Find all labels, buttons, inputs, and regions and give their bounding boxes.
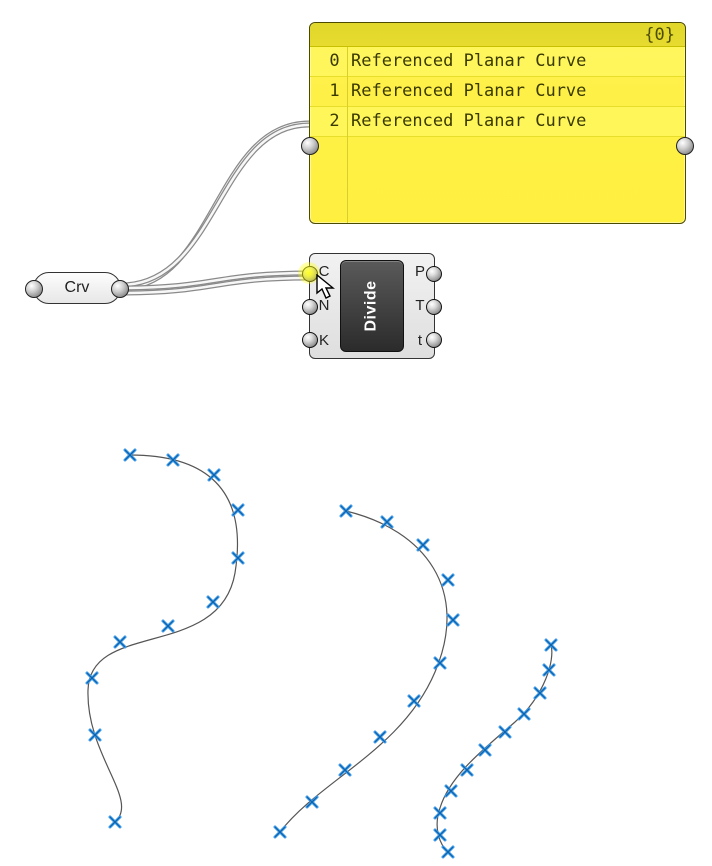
port-out-t[interactable] bbox=[426, 332, 442, 348]
panel-row-index: 2 bbox=[322, 107, 347, 135]
panel-row-index: 1 bbox=[322, 77, 347, 105]
port-in-C[interactable] bbox=[302, 266, 318, 282]
divide-core: Divide bbox=[340, 260, 404, 352]
wire-crv-to-divide bbox=[121, 273, 309, 293]
panel-output-grip[interactable] bbox=[676, 137, 694, 155]
panel-header: {0} bbox=[310, 23, 685, 47]
panel-row: 0Referenced Planar Curve bbox=[310, 47, 685, 77]
crv-input-grip[interactable] bbox=[25, 280, 43, 298]
port-out-T[interactable] bbox=[426, 299, 442, 315]
panel-row-text: Referenced Planar Curve bbox=[347, 111, 586, 131]
crv-output-grip[interactable] bbox=[111, 280, 129, 298]
port-out-P[interactable] bbox=[426, 266, 442, 282]
viewport-curve-2 bbox=[437, 645, 552, 852]
panel-row-index: 0 bbox=[322, 47, 347, 75]
panel-row: 1Referenced Planar Curve bbox=[310, 77, 685, 107]
panel-row: 2Referenced Planar Curve bbox=[310, 107, 685, 137]
wire-crv-to-panel bbox=[121, 123, 309, 288]
port-in-N[interactable] bbox=[302, 299, 318, 315]
port-in-K[interactable] bbox=[302, 332, 318, 348]
viewport-curve-0 bbox=[88, 455, 238, 822]
viewport-points-curve-2 bbox=[435, 640, 556, 857]
crv-label: Crv bbox=[65, 279, 90, 296]
viewport-points-curve-1 bbox=[275, 506, 458, 837]
viewport-points-curve-0 bbox=[87, 450, 243, 827]
panel-row-text: Referenced Planar Curve bbox=[347, 81, 586, 101]
panel-row-text: Referenced Planar Curve bbox=[347, 51, 586, 71]
panel-input-grip[interactable] bbox=[301, 137, 319, 155]
divide-component[interactable]: C N K Divide P T t bbox=[309, 253, 435, 359]
viewport-curve-1 bbox=[280, 511, 447, 832]
crv-param[interactable]: Crv bbox=[33, 272, 121, 304]
data-panel[interactable]: {0} 0Referenced Planar Curve1Referenced … bbox=[309, 22, 686, 224]
